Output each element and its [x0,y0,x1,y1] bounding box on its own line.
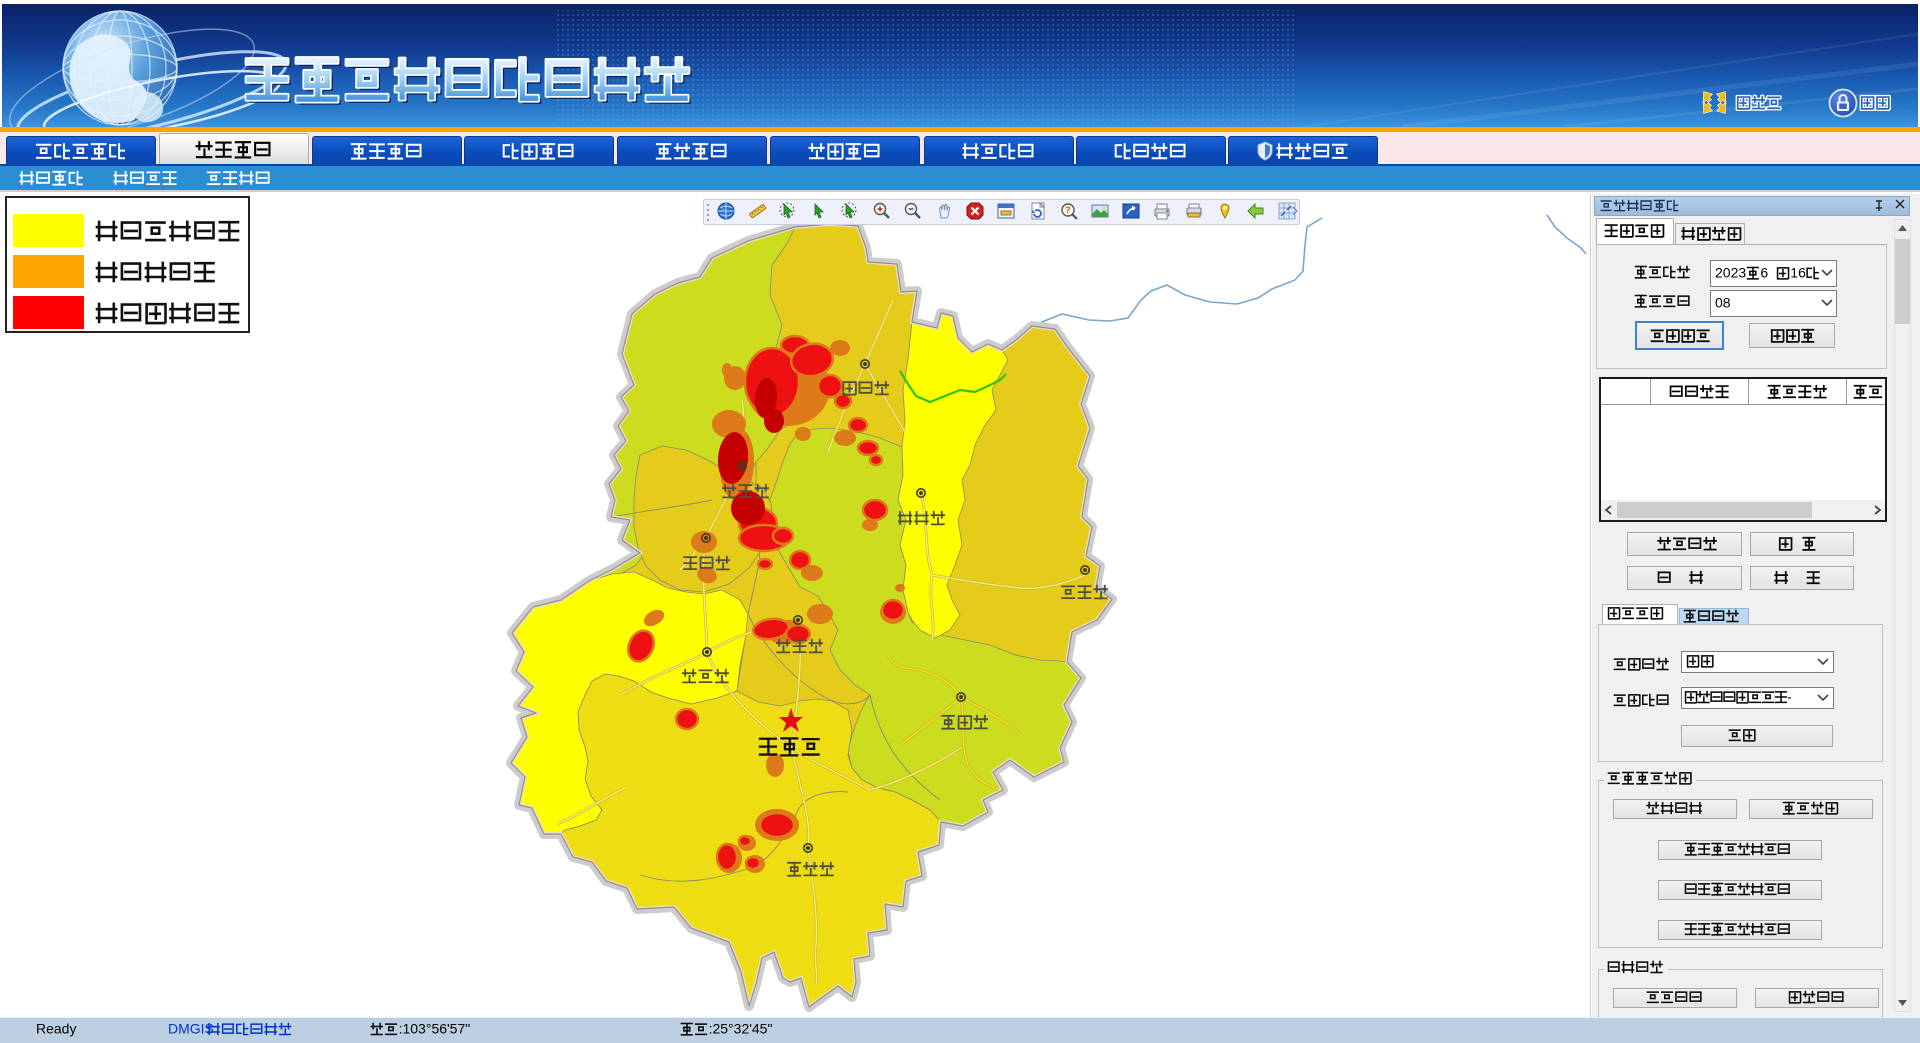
svg-text::25°32'45": :25°32'45" [709,1020,773,1036]
svg-text:16: 16 [1790,264,1806,280]
svg-text:Ready: Ready [36,1020,76,1036]
svg-text::103°56'57": :103°56'57" [399,1020,471,1036]
svg-text:08: 08 [1715,294,1731,310]
svg-text:6: 6 [1760,264,1768,280]
svg-text:?: ? [1065,205,1071,215]
svg-text:DMGIS: DMGIS [168,1020,214,1036]
svg-text:2023: 2023 [1715,264,1746,280]
svg-text:-: - [1787,688,1792,704]
